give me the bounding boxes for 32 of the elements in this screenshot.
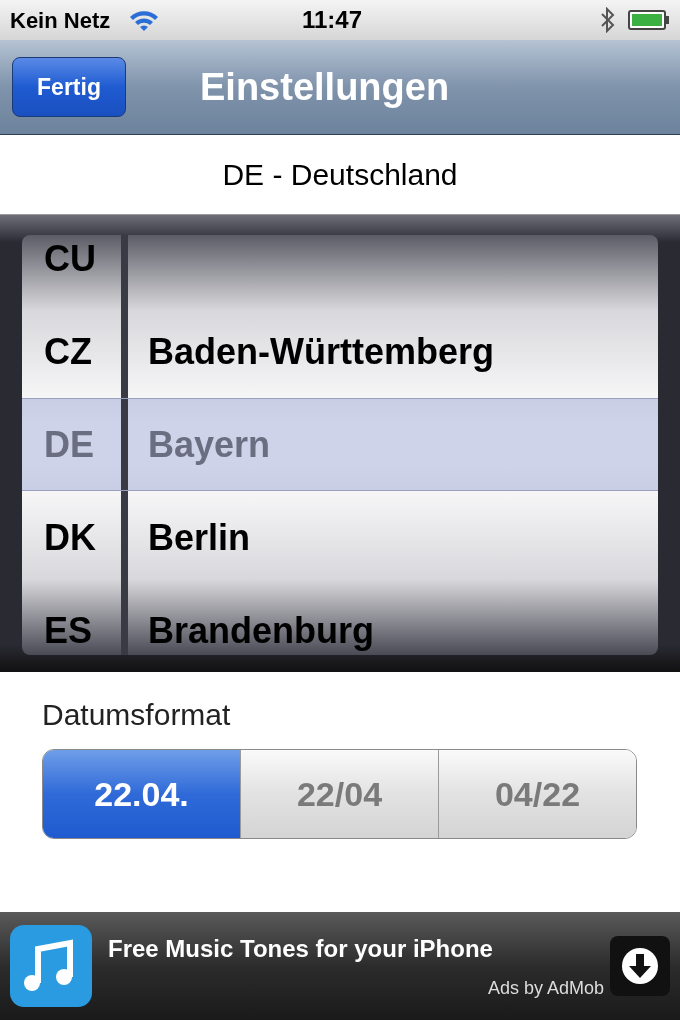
- bluetooth-icon: [600, 7, 616, 33]
- date-format-segment[interactable]: 22.04.: [43, 750, 240, 838]
- country-code: DE: [44, 422, 94, 467]
- picker-row[interactable]: DK Berlin: [22, 491, 658, 584]
- battery-icon: [628, 9, 670, 31]
- region-name: Bayern: [148, 422, 271, 467]
- selection-label: DE - Deutschland: [222, 157, 458, 193]
- picker-row[interactable]: CU: [22, 235, 658, 305]
- picker-wheel[interactable]: CU CZ Baden-Württemberg DE Bayern DK Berlin ES Brandenburg: [22, 235, 658, 655]
- date-format-segment[interactable]: 04/22: [438, 750, 636, 838]
- picker-row[interactable]: ES Brandenburg: [22, 584, 658, 655]
- music-note-icon: [10, 925, 92, 1007]
- country-code: ES: [44, 608, 93, 653]
- section-label: Datumsformat: [42, 697, 232, 733]
- region-name: Berlin: [148, 515, 251, 560]
- region-name: Brandenburg: [148, 608, 374, 653]
- screen-title: Einstellungen: [200, 64, 450, 110]
- ad-title: Free Music Tones for your iPhone: [108, 933, 494, 964]
- wifi-icon: [128, 8, 161, 32]
- date-format-segment[interactable]: 22/04: [240, 750, 438, 838]
- carrier-label: Kein Netz: [10, 6, 111, 35]
- picker-row[interactable]: DE Bayern: [22, 398, 658, 491]
- region-name: Baden-Württemberg: [148, 329, 494, 374]
- ad-byline: Ads by AdMob: [487, 976, 604, 1000]
- ad-banner[interactable]: Free Music Tones for your iPhone Ads by AdMob: [0, 912, 680, 1020]
- picker-row[interactable]: CZ Baden-Württemberg: [22, 305, 658, 398]
- done-button[interactable]: Fertig: [12, 57, 126, 117]
- download-icon[interactable]: [610, 936, 670, 996]
- country-code: DK: [44, 515, 96, 560]
- time-label: 11:47: [302, 5, 363, 35]
- country-code: CU: [44, 236, 96, 281]
- country-code: CZ: [44, 329, 92, 374]
